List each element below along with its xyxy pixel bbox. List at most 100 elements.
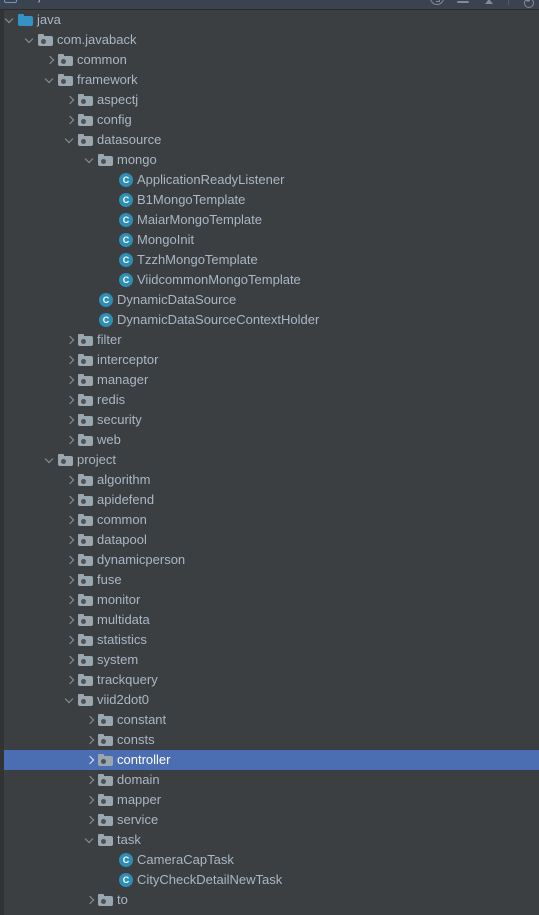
chevron-right-icon[interactable] [64, 610, 77, 630]
tree-row[interactable]: controller [4, 750, 539, 770]
tree-row[interactable]: C MaiarMongoTemplate [4, 210, 539, 230]
chevron-down-icon[interactable] [64, 130, 77, 150]
chevron-right-icon[interactable] [64, 630, 77, 650]
chevron-right-icon[interactable] [64, 390, 77, 410]
tree-row[interactable]: C CityCheckDetailNewTask [4, 870, 539, 890]
tree-row[interactable]: datapool [4, 530, 539, 550]
collapse-all-icon[interactable] [482, 0, 496, 5]
tab-project[interactable]: Project [4, 0, 55, 3]
chevron-right-icon[interactable] [64, 650, 77, 670]
tree-arrow-spacer [104, 170, 117, 190]
chevron-right-icon[interactable] [64, 670, 77, 690]
tree-row-label: DynamicDataSource [117, 292, 237, 307]
tree-row[interactable]: config [4, 110, 539, 130]
project-tree[interactable]: java com.javaback common framework aspectj co… [4, 10, 539, 915]
package-dot [81, 438, 86, 444]
tree-row[interactable]: constant [4, 710, 539, 730]
chevron-right-icon[interactable] [64, 430, 77, 450]
chevron-right-icon[interactable] [84, 810, 97, 830]
tree-row[interactable]: mongo [4, 150, 539, 170]
package-folder-icon [77, 350, 95, 370]
tree-row[interactable]: C DynamicDataSource [4, 290, 539, 310]
chevron-down-icon[interactable] [84, 830, 97, 850]
tree-row[interactable]: statistics [4, 630, 539, 650]
tree-row[interactable]: manager [4, 370, 539, 390]
source-folder-icon [17, 10, 35, 30]
package-dot [81, 518, 86, 524]
tree-row[interactable]: framework [4, 70, 539, 90]
chevron-right-icon[interactable] [84, 710, 97, 730]
chevron-down-icon[interactable] [4, 10, 17, 30]
tree-row[interactable]: viid2dot0 [4, 690, 539, 710]
tree-row[interactable]: interceptor [4, 350, 539, 370]
tree-row[interactable]: monitor [4, 590, 539, 610]
chevron-down-icon[interactable] [84, 150, 97, 170]
chevron-down-icon[interactable] [44, 70, 57, 90]
tree-row[interactable]: java [4, 10, 539, 30]
tree-row[interactable]: C B1MongoTemplate [4, 190, 539, 210]
tree-row-label: web [97, 432, 121, 447]
chevron-right-icon[interactable] [64, 510, 77, 530]
chevron-right-icon[interactable] [84, 730, 97, 750]
chevron-right-icon[interactable] [64, 410, 77, 430]
toolbar-separator [508, 0, 509, 5]
tree-row[interactable]: security [4, 410, 539, 430]
chevron-down-icon[interactable] [64, 690, 77, 710]
minimize-icon[interactable] [456, 0, 470, 5]
package-folder-icon [77, 550, 95, 570]
tree-row[interactable]: redis [4, 390, 539, 410]
chevron-right-icon[interactable] [44, 50, 57, 70]
tree-row[interactable]: multidata [4, 610, 539, 630]
tree-row[interactable]: web [4, 430, 539, 450]
tree-row[interactable]: C ViidcommonMongoTemplate [4, 270, 539, 290]
tree-row[interactable]: to [4, 890, 539, 910]
java-class-icon: C [97, 310, 115, 330]
chevron-right-icon[interactable] [64, 330, 77, 350]
chevron-right-icon[interactable] [64, 90, 77, 110]
chevron-right-icon[interactable] [64, 110, 77, 130]
package-folder-icon [57, 70, 75, 90]
tree-row[interactable]: mapper [4, 790, 539, 810]
tree-row[interactable]: service [4, 810, 539, 830]
tree-row-label: to [117, 892, 128, 907]
tree-row[interactable]: C MongoInit [4, 230, 539, 250]
chevron-right-icon[interactable] [64, 550, 77, 570]
tree-row[interactable]: dynamicperson [4, 550, 539, 570]
package-folder-icon [57, 450, 75, 470]
chevron-right-icon[interactable] [64, 590, 77, 610]
settings-gear-icon[interactable] [521, 0, 535, 8]
tree-row[interactable]: filter [4, 330, 539, 350]
tree-row[interactable]: common [4, 50, 539, 70]
tree-row[interactable]: project [4, 450, 539, 470]
tree-row[interactable]: C TzzhMongoTemplate [4, 250, 539, 270]
tree-row[interactable]: C DynamicDataSourceContextHolder [4, 310, 539, 330]
tree-row-label: config [97, 112, 132, 127]
chevron-right-icon[interactable] [84, 790, 97, 810]
tree-row[interactable]: apidefend [4, 490, 539, 510]
chevron-right-icon[interactable] [64, 350, 77, 370]
tree-row[interactable]: C ApplicationReadyListener [4, 170, 539, 190]
chevron-right-icon[interactable] [84, 770, 97, 790]
tree-row[interactable]: datasource [4, 130, 539, 150]
tree-row[interactable]: common [4, 510, 539, 530]
tree-row[interactable]: trackquery [4, 670, 539, 690]
chevron-right-icon[interactable] [84, 890, 97, 910]
chevron-right-icon[interactable] [64, 470, 77, 490]
tree-row[interactable]: domain [4, 770, 539, 790]
tree-row[interactable]: fuse [4, 570, 539, 590]
chevron-down-icon[interactable] [24, 30, 37, 50]
chevron-right-icon[interactable] [64, 530, 77, 550]
tree-row[interactable]: system [4, 650, 539, 670]
tree-row[interactable]: task [4, 830, 539, 850]
chevron-down-icon[interactable] [44, 450, 57, 470]
tree-row[interactable]: consts [4, 730, 539, 750]
tree-row[interactable]: com.javaback [4, 30, 539, 50]
chevron-right-icon[interactable] [64, 370, 77, 390]
tree-row[interactable]: aspectj [4, 90, 539, 110]
tree-row[interactable]: algorithm [4, 470, 539, 490]
chevron-right-icon[interactable] [84, 750, 97, 770]
tree-row[interactable]: C CameraCapTask [4, 850, 539, 870]
chevron-right-icon[interactable] [64, 570, 77, 590]
chevron-right-icon[interactable] [64, 490, 77, 510]
help-icon[interactable] [430, 0, 444, 5]
